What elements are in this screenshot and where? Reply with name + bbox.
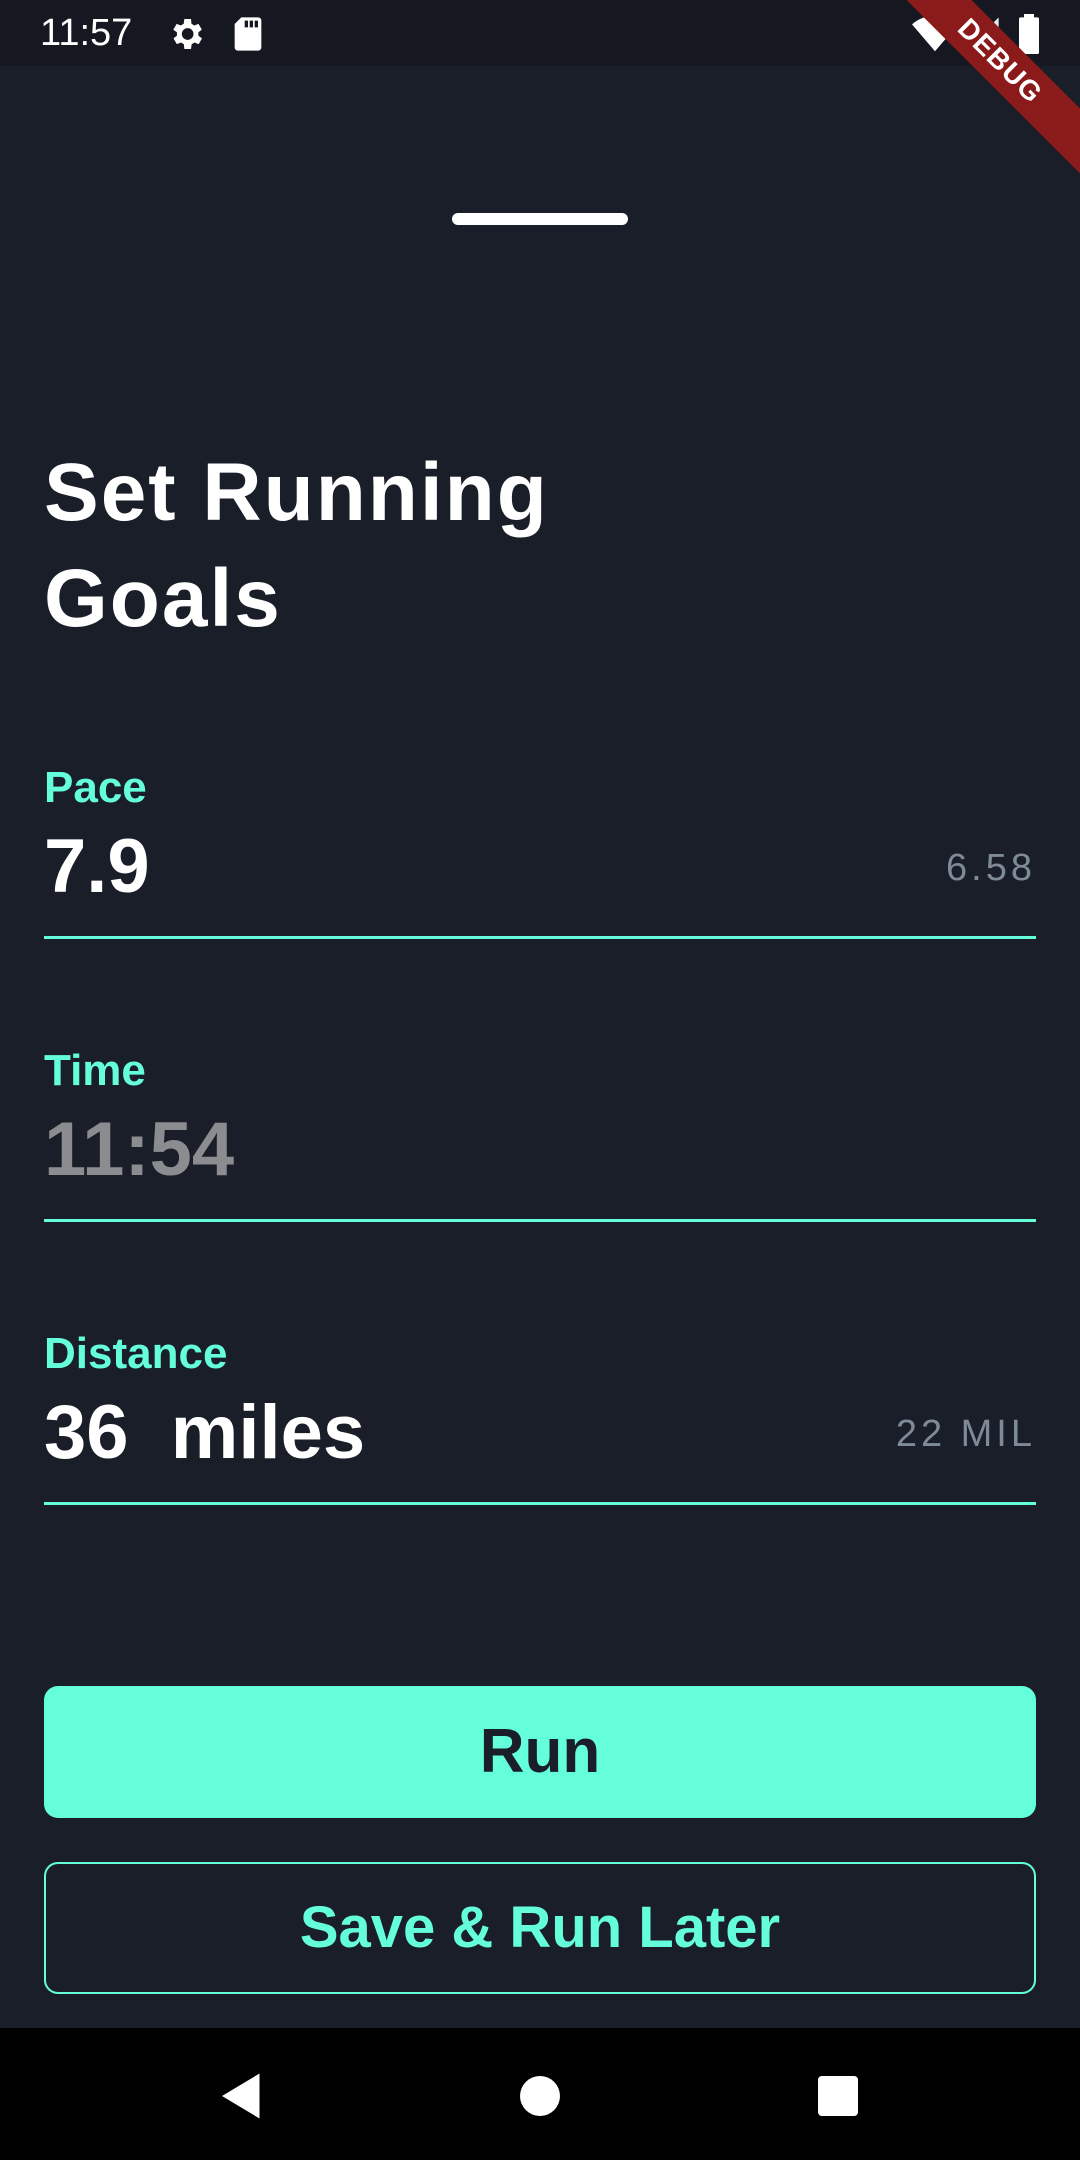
time-label: Time: [44, 1046, 146, 1095]
distance-value[interactable]: 36 miles: [44, 1388, 365, 1478]
pace-value[interactable]: 7.9: [44, 822, 150, 912]
navigation-bar: [0, 2028, 1080, 2160]
sheet-drag-handle[interactable]: [452, 213, 628, 225]
distance-suffix: 22 MIL: [895, 1413, 1036, 1455]
home-icon[interactable]: [510, 2066, 570, 2126]
status-bar: 11:57 DEBUG: [0, 0, 1080, 184]
distance-field[interactable]: Distance 36 miles 22 MIL: [44, 1326, 1036, 1516]
running-goals-screen: 11:57 DEBUG Set Running Goals Pace 7.9 6…: [0, 0, 1080, 2160]
time-value[interactable]: 11:54: [44, 1105, 234, 1195]
distance-underline: [44, 1502, 1036, 1505]
save-run-later-button[interactable]: Save & Run Later: [44, 1862, 1036, 1994]
pace-suffix: 6.58: [946, 847, 1036, 889]
pace-underline: [44, 936, 1036, 939]
time-field[interactable]: Time 11:54: [44, 1043, 1036, 1233]
time-underline: [44, 1219, 1036, 1222]
debug-banner: DEBUG: [877, 0, 1080, 184]
back-icon[interactable]: [212, 2066, 272, 2126]
settings-icon: [166, 14, 206, 54]
sd-card-icon: [228, 14, 268, 54]
run-button[interactable]: Run: [44, 1686, 1036, 1818]
recents-icon[interactable]: [808, 2066, 868, 2126]
page-title: Set Running Goals: [44, 447, 549, 644]
pace-label: Pace: [44, 763, 147, 812]
distance-label: Distance: [44, 1329, 228, 1378]
status-time: 11:57: [40, 12, 133, 54]
pace-field[interactable]: Pace 7.9 6.58: [44, 760, 1036, 950]
